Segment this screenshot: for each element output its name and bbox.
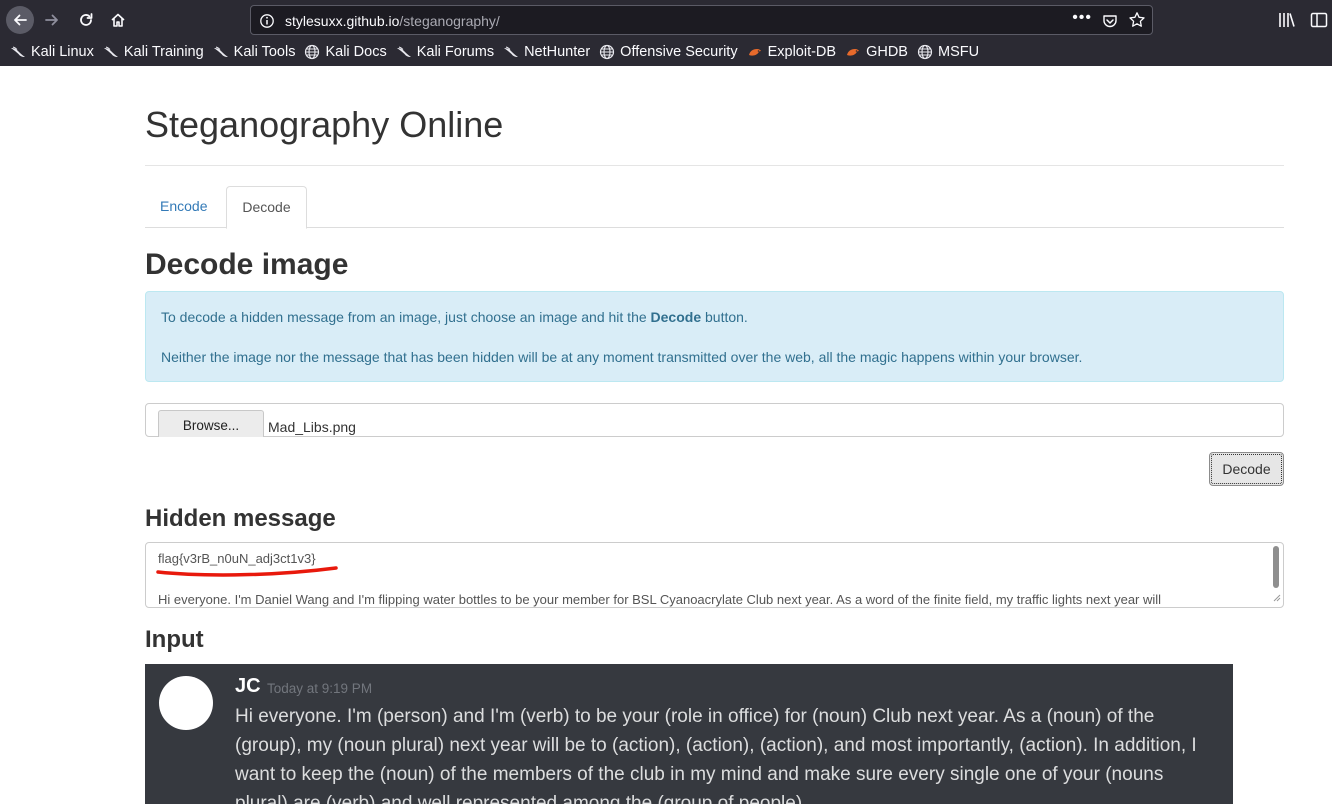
url-path: /steganography/ <box>399 13 500 29</box>
exploitdb-icon <box>845 44 861 60</box>
title-divider <box>145 165 1284 166</box>
bookmark-label: Kali Forums <box>416 44 495 60</box>
globe-icon <box>599 44 615 60</box>
section-title: Decode image <box>145 248 349 281</box>
globe-icon <box>304 44 320 60</box>
kali-dragon-icon <box>396 44 412 60</box>
alert-text: To decode a hidden message from an image… <box>161 309 647 325</box>
home-button[interactable] <box>104 6 132 34</box>
url-bar[interactable]: stylesuxx.github.io/steganography/ ••• <box>250 5 1153 35</box>
kali-dragon-icon <box>103 44 119 60</box>
bookmark-label: Kali Tools <box>233 44 296 60</box>
alert-text: button. <box>705 309 748 325</box>
page-actions-menu-icon[interactable]: ••• <box>1072 9 1092 27</box>
bookmark-label: Kali Training <box>123 44 204 60</box>
bookmark-kali-forums[interactable]: Kali Forums <box>396 44 494 60</box>
url-text: stylesuxx.github.io/steganography/ <box>285 13 500 29</box>
library-icon[interactable] <box>1277 10 1297 35</box>
browse-button[interactable]: Browse... <box>158 410 264 437</box>
bookmark-star-icon[interactable] <box>1128 11 1146 34</box>
kali-dragon-icon <box>503 44 519 60</box>
site-info-icon[interactable] <box>259 13 275 34</box>
bookmark-kali-tools[interactable]: Kali Tools <box>213 44 296 60</box>
bookmark-label: Kali Linux <box>31 44 94 60</box>
avatar <box>159 676 213 730</box>
input-title: Input <box>145 626 204 653</box>
bookmark-kali-linux[interactable]: Kali Linux <box>10 44 94 60</box>
bookmark-label: NetHunter <box>524 44 591 60</box>
arrow-left-icon <box>14 14 27 26</box>
bookmark-exploit-db[interactable]: Exploit-DB <box>747 44 837 60</box>
bookmark-kali-docs[interactable]: Kali Docs <box>304 44 387 60</box>
url-host: stylesuxx.github.io <box>285 13 400 29</box>
bookmark-msfu[interactable]: MSFU <box>917 44 979 60</box>
textarea-scrollbar[interactable] <box>1273 546 1279 588</box>
exploitdb-icon <box>747 44 763 60</box>
alert-bold-decode: Decode <box>650 309 702 325</box>
alert-line-2: Neither the image nor the message that h… <box>161 349 1083 365</box>
kali-dragon-icon <box>213 44 229 60</box>
bookmark-ghdb[interactable]: GHDB <box>845 44 908 60</box>
alert-line-1: To decode a hidden message from an image… <box>161 307 1268 327</box>
back-button[interactable] <box>6 6 34 34</box>
discord-message-text: Hi everyone. I'm (person) and I'm (verb)… <box>235 706 1197 804</box>
forward-button[interactable] <box>38 6 66 34</box>
bookmark-label: Exploit-DB <box>767 44 837 60</box>
hidden-message-title: Hidden message <box>145 505 336 532</box>
page-title: Steganography Online <box>145 104 504 145</box>
sidebar-toggle-icon[interactable] <box>1309 10 1329 35</box>
bookmark-label: Offensive Security <box>620 44 738 60</box>
tab-bar: Encode Decode <box>145 186 1284 229</box>
pocket-icon[interactable] <box>1102 13 1118 34</box>
kali-dragon-icon <box>10 44 26 60</box>
bookmark-nethunter[interactable]: NetHunter <box>503 44 590 60</box>
discord-message-image: JC Today at 9:19 PM Hi everyone. I'm (pe… <box>145 664 1233 804</box>
bookmark-kali-training[interactable]: Kali Training <box>103 44 204 60</box>
bookmark-offensive-security[interactable]: Offensive Security <box>599 44 738 60</box>
tab-encode[interactable]: Encode <box>145 186 222 228</box>
home-icon <box>111 13 125 27</box>
arrow-right-icon <box>45 14 58 26</box>
info-alert: To decode a hidden message from an image… <box>145 291 1284 382</box>
decode-button[interactable]: Decode <box>1209 452 1284 486</box>
reload-button[interactable] <box>72 6 100 34</box>
discord-username: JC <box>235 675 261 697</box>
selected-file-name: Mad_Libs.png <box>268 419 356 435</box>
bookmark-label: Kali Docs <box>325 44 387 60</box>
discord-timestamp: Today at 9:19 PM <box>267 681 373 696</box>
bookmarks-toolbar: Kali Linux Kali Training Kali Tools Kali… <box>0 40 1332 64</box>
resize-handle-icon[interactable] <box>1272 590 1281 605</box>
globe-icon <box>917 44 933 60</box>
hidden-message-body: Hi everyone. I'm Daniel Wang and I'm fli… <box>158 592 1162 607</box>
reload-icon <box>80 13 93 26</box>
bookmark-label: GHDB <box>866 44 908 60</box>
red-annotation-underline <box>156 566 338 577</box>
bookmark-label: MSFU <box>937 44 980 60</box>
browser-chrome: stylesuxx.github.io/steganography/ ••• K… <box>0 0 1332 66</box>
tab-decode[interactable]: Decode <box>226 186 307 229</box>
file-input[interactable]: Browse... Mad_Libs.png <box>145 403 1284 437</box>
